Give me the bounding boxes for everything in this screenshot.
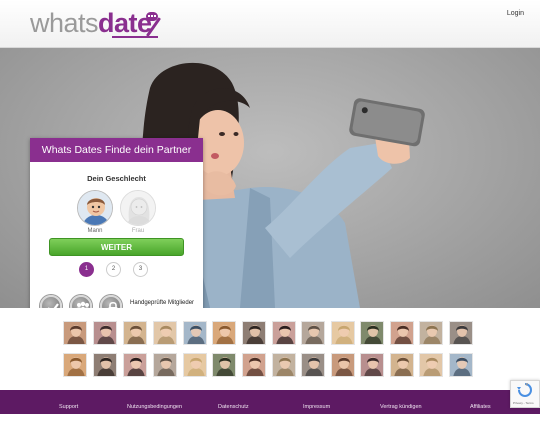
member-photo [213, 354, 235, 376]
member-photo-thumbnail[interactable] [93, 321, 117, 345]
member-photo-thumbnail[interactable] [331, 353, 355, 377]
member-photo-thumbnail[interactable] [153, 321, 177, 345]
member-photo [332, 354, 354, 376]
member-photo-thumbnail[interactable] [301, 321, 325, 345]
checkmark-badge-icon [40, 295, 62, 308]
footer-link-terms[interactable]: Nutzungsbedingungen [127, 404, 182, 410]
logo-text-whats: whats [30, 8, 99, 38]
footer-link-cancel-contract[interactable]: Vertrag kündigen [380, 404, 422, 410]
member-photo-thumbnail[interactable] [331, 321, 355, 345]
member-photo [391, 354, 413, 376]
member-photo [184, 322, 206, 344]
member-photo-thumbnail[interactable] [272, 353, 296, 377]
member-photo-thumbnail[interactable] [242, 321, 266, 345]
member-photo [64, 354, 86, 376]
member-photo-thumbnail[interactable] [212, 321, 236, 345]
member-photo-thumbnail[interactable] [360, 321, 384, 345]
member-photo [332, 322, 354, 344]
footer-link-privacy[interactable]: Datenschutz [218, 404, 249, 410]
member-photo [273, 354, 295, 376]
gender-female-label: Frau [131, 228, 145, 234]
recaptcha-badge[interactable]: Privacy - Terms [510, 380, 540, 408]
member-photo [302, 322, 324, 344]
lock-badge-icon [100, 295, 122, 308]
member-photo [243, 354, 265, 376]
people-badge-icon [70, 295, 92, 308]
member-photo-thumbnail[interactable] [153, 353, 177, 377]
member-photo [420, 322, 442, 344]
registration-card: Whats Dates Finde dein Partner Dein Gesc… [30, 138, 203, 308]
gender-male-option[interactable] [77, 190, 113, 226]
recaptcha-icon [517, 383, 532, 397]
female-avatar-icon [121, 191, 155, 225]
member-photo [184, 354, 206, 376]
member-photo-thumbnail[interactable] [449, 353, 473, 377]
member-photo [302, 354, 324, 376]
member-photo [450, 322, 472, 344]
member-photo [154, 322, 176, 344]
member-photo-thumbnail[interactable] [93, 353, 117, 377]
page-bottom-strip [0, 414, 540, 432]
hero-banner: Whats Dates Finde dein Partner Dein Gesc… [0, 48, 540, 308]
member-photo-thumbnail[interactable] [360, 353, 384, 377]
step-3-indicator: 3 [133, 262, 148, 277]
member-photo [243, 322, 265, 344]
member-photo [154, 354, 176, 376]
member-photo-thumbnail[interactable] [242, 353, 266, 377]
member-photo-thumbnail[interactable] [123, 353, 147, 377]
member-photo-thumbnail[interactable] [123, 321, 147, 345]
site-footer: Support Nutzungsbedingungen Datenschutz … [0, 390, 540, 414]
verified-members-text: Handgeprüfte Mitglieder für echte Kontak… [130, 300, 195, 306]
logo-underline [112, 36, 158, 38]
step-2-indicator: 2 [106, 262, 121, 277]
member-photo-thumbnail[interactable] [419, 353, 443, 377]
member-photo-thumbnail[interactable] [183, 321, 207, 345]
male-avatar-icon [78, 191, 112, 225]
member-photo-thumbnail[interactable] [449, 321, 473, 345]
gender-male-label: Mann [87, 228, 103, 234]
site-logo[interactable]: whatsdate [30, 8, 152, 38]
member-photo-thumbnail[interactable] [63, 321, 87, 345]
member-photo-thumbnail[interactable] [419, 321, 443, 345]
member-photo-thumbnail[interactable] [390, 321, 414, 345]
member-photo [124, 354, 146, 376]
member-photo-thumbnail[interactable] [390, 353, 414, 377]
member-photo [273, 322, 295, 344]
member-photo [420, 354, 442, 376]
recaptcha-terms-text: Privacy - Terms [513, 401, 534, 405]
gender-female-option[interactable] [120, 190, 156, 226]
member-photo-thumbnail[interactable] [212, 353, 236, 377]
member-photo [94, 354, 116, 376]
card-title: Whats Dates Finde dein Partner [30, 138, 203, 162]
member-photo [64, 322, 86, 344]
site-header: whatsdate Login [0, 0, 540, 48]
member-photo-thumbnail[interactable] [301, 353, 325, 377]
member-photo-thumbnail[interactable] [272, 321, 296, 345]
footer-link-affiliates[interactable]: Affiliates [470, 404, 491, 410]
member-photo [450, 354, 472, 376]
member-photo [213, 322, 235, 344]
gender-question: Dein Geschlecht [87, 174, 146, 183]
member-photo [124, 322, 146, 344]
member-photo-thumbnail[interactable] [63, 353, 87, 377]
login-link[interactable]: Login [507, 10, 524, 17]
member-photo [391, 322, 413, 344]
footer-link-support[interactable]: Support [59, 404, 78, 410]
footer-link-imprint[interactable]: Impressum [303, 404, 330, 410]
continue-button[interactable]: WEITER [49, 238, 184, 256]
member-photo-thumbnail[interactable] [183, 353, 207, 377]
member-photo [361, 322, 383, 344]
step-1-indicator: 1 [79, 262, 94, 277]
member-photo [361, 354, 383, 376]
member-photo [94, 322, 116, 344]
logo-text-date: date [98, 8, 152, 38]
member-photo-gallery [0, 308, 540, 390]
